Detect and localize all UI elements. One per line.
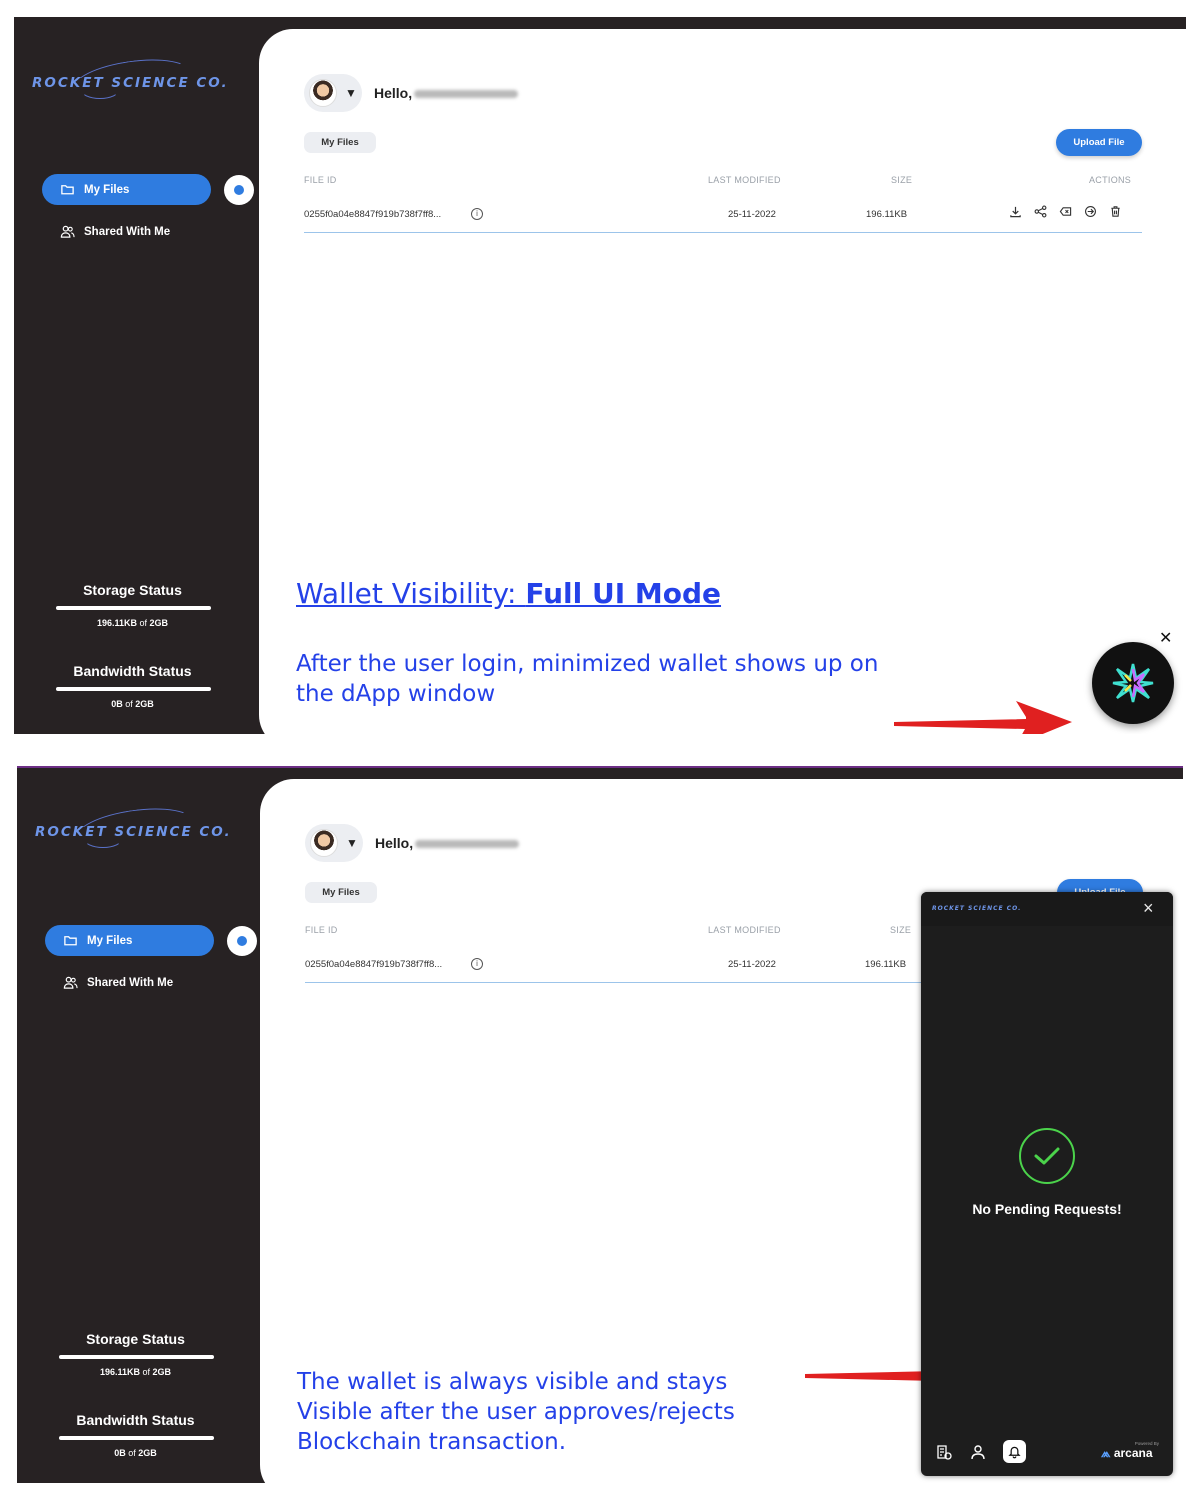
caption-line: After the user login, minimized wallet s… (296, 651, 879, 677)
caret-down-icon: ▼ (345, 86, 357, 100)
assets-icon[interactable] (935, 1443, 953, 1461)
download-icon[interactable] (1009, 205, 1022, 218)
red-arrow-annotation (894, 701, 1072, 734)
profile-icon[interactable] (969, 1443, 987, 1461)
arcana-wallet-icon (1112, 663, 1154, 703)
tab-my-files[interactable]: My Files (305, 882, 377, 903)
revoke-icon[interactable] (1059, 205, 1072, 218)
active-indicator (224, 175, 258, 205)
account-menu[interactable]: ▼ (304, 74, 362, 112)
upload-file-button[interactable]: Upload File (1056, 129, 1142, 156)
size-cell: 196.11KB (865, 959, 907, 970)
bandwidth-progress-bar (59, 1436, 214, 1440)
sidebar-item-label: Shared With Me (87, 976, 174, 989)
caption-line: Visible after the user approves/rejects (297, 1399, 735, 1425)
folder-icon (61, 185, 74, 195)
redacted-name (415, 840, 520, 849)
caption-line: The wallet is always visible and stays (297, 1369, 728, 1395)
users-icon (60, 225, 75, 238)
greeting: Hello, (374, 85, 519, 101)
caption-line: the dApp window (296, 681, 496, 707)
wallet-brand: ROCKET SCIENCE CO. (932, 905, 1022, 912)
column-header: FILE ID (304, 175, 337, 185)
wallet-footer-nav (935, 1440, 1026, 1463)
column-header: ACTIONS (1089, 175, 1132, 185)
sidebar-item-my-files[interactable]: My Files (42, 174, 211, 205)
minimized-wallet-button[interactable] (1092, 642, 1174, 724)
sidebar-item-my-files[interactable]: My Files (45, 925, 214, 956)
tab-my-files[interactable]: My Files (304, 132, 376, 153)
delete-icon[interactable] (1109, 205, 1122, 218)
bandwidth-status-value: 0B of 2GB (111, 699, 154, 709)
dapp-screen-expanded-wallet: ROCKET SCIENCE CO. My Files Shared With … (17, 766, 1183, 1483)
redacted-name (414, 90, 519, 99)
column-header: FILE ID (305, 925, 338, 935)
column-header: LAST MODIFIED (708, 175, 781, 185)
folder-icon (64, 936, 77, 946)
bandwidth-status-title: Bandwidth Status (76, 1412, 195, 1428)
caret-down-icon: ▼ (346, 836, 358, 850)
main-content: ▼ Hello, My Files Upload File FILE ID LA… (259, 29, 1186, 734)
caption-title: Wallet Visibility: Full UI Mode (296, 577, 722, 610)
info-icon[interactable]: i (471, 958, 483, 970)
size-cell: 196.11KB (866, 209, 908, 220)
bandwidth-status-title: Bandwidth Status (73, 663, 192, 679)
storage-progress-bar (59, 1355, 214, 1359)
file-id-cell: 0255f0a04e8847f919b738f7ff8... (304, 209, 442, 220)
last-modified-cell: 25-11-2022 (728, 959, 776, 970)
arcana-logo: ⩕ arcana (1101, 1446, 1153, 1460)
users-icon (63, 976, 78, 989)
greeting: Hello, (375, 835, 520, 851)
brand-logo: ROCKET SCIENCE CO. (32, 52, 229, 110)
storage-status-value: 196.11KB of 2GB (99, 1367, 172, 1377)
wallet-header: ROCKET SCIENCE CO. × (921, 892, 1173, 926)
storage-progress-bar (56, 606, 211, 610)
close-icon[interactable]: ✕ (1159, 628, 1172, 648)
dapp-screen-minimized-wallet: ROCKET SCIENCE CO. My Files Shared With … (14, 17, 1186, 734)
storage-status-title: Storage Status (83, 582, 182, 598)
avatar (309, 79, 337, 107)
caption-line: Blockchain transaction. (297, 1429, 567, 1455)
wallet-panel: ROCKET SCIENCE CO. × No Pending Requests… (921, 892, 1173, 1476)
sidebar-item-shared-with-me[interactable]: Shared With Me (42, 216, 211, 247)
row-divider (305, 982, 925, 983)
row-actions (1009, 205, 1122, 218)
column-header: LAST MODIFIED (708, 925, 781, 935)
column-header: SIZE (890, 925, 912, 935)
sidebar-item-label: My Files (87, 934, 133, 947)
row-divider (304, 232, 1142, 233)
storage-status-value: 196.11KB of 2GB (96, 618, 169, 628)
active-indicator (227, 926, 261, 956)
storage-status-title: Storage Status (86, 1331, 185, 1347)
sidebar-item-shared-with-me[interactable]: Shared With Me (45, 967, 214, 998)
brand-logo: ROCKET SCIENCE CO. (35, 801, 232, 859)
last-modified-cell: 25-11-2022 (728, 209, 776, 220)
account-menu[interactable]: ▼ (305, 824, 363, 862)
transfer-icon[interactable] (1084, 205, 1097, 218)
avatar (310, 829, 338, 857)
sidebar-item-label: Shared With Me (84, 225, 171, 238)
sidebar-item-label: My Files (84, 183, 130, 196)
info-icon[interactable]: i (471, 208, 483, 220)
bandwidth-status-value: 0B of 2GB (114, 1448, 157, 1458)
close-icon[interactable]: × (1143, 898, 1154, 919)
notifications-tab[interactable] (1003, 1440, 1026, 1463)
file-id-cell: 0255f0a04e8847f919b738f7ff8... (305, 959, 443, 970)
check-circle-icon (1019, 1128, 1075, 1184)
bell-icon (1008, 1446, 1021, 1459)
bandwidth-progress-bar (56, 687, 211, 691)
share-icon[interactable] (1034, 205, 1047, 218)
no-pending-message: No Pending Requests! (972, 1201, 1122, 1217)
column-header: SIZE (891, 175, 913, 185)
